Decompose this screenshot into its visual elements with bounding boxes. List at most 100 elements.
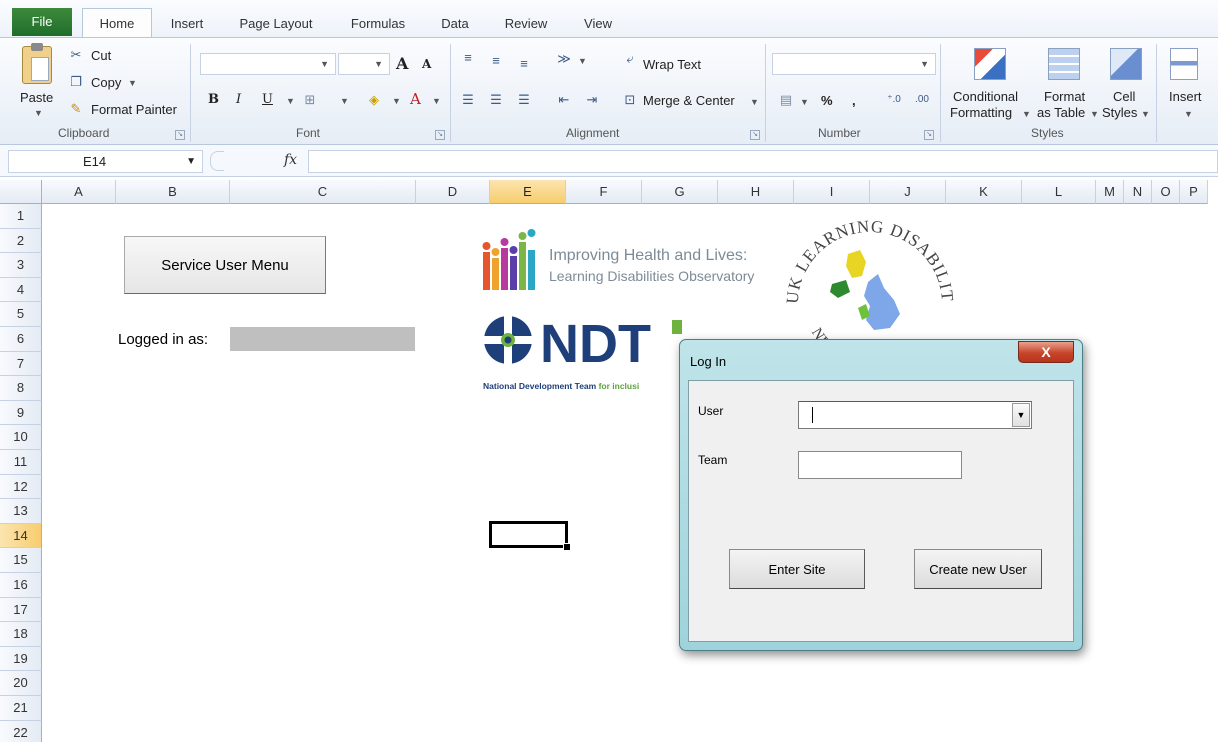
format-table-dropdown-icon[interactable]: ▼	[1090, 109, 1099, 119]
font-name-box[interactable]: ▼	[200, 53, 336, 75]
align-middle-icon[interactable]: ≡	[488, 54, 504, 68]
tab-page-layout[interactable]: Page Layout	[228, 12, 324, 36]
wrap-text-icon[interactable]: ⤶	[622, 52, 638, 66]
insert-cells-icon[interactable]	[1170, 48, 1198, 80]
cell-styles-icon[interactable]	[1110, 48, 1142, 80]
shrink-font-button[interactable]: A	[422, 57, 431, 71]
increase-indent-icon[interactable]: ⇥	[584, 93, 600, 107]
row-header-13[interactable]: 13	[0, 499, 42, 524]
comma-button[interactable]: ,	[852, 93, 856, 108]
percent-button[interactable]: %	[821, 93, 833, 108]
borders-dropdown-icon[interactable]: ▼	[340, 96, 349, 106]
conditional-formatting-label-1[interactable]: Conditional	[953, 89, 1018, 104]
tab-view[interactable]: View	[572, 12, 624, 36]
cell-styles-dropdown-icon[interactable]: ▼	[1141, 109, 1150, 119]
column-header-c[interactable]: C	[230, 180, 416, 204]
name-box[interactable]: E14 ▼	[8, 150, 203, 173]
align-bottom-icon[interactable]: ≡	[516, 57, 532, 71]
tab-formulas[interactable]: Formulas	[340, 12, 416, 36]
tab-data[interactable]: Data	[430, 12, 480, 36]
cut-icon[interactable]: ✂	[68, 48, 84, 62]
font-color-dropdown-icon[interactable]: ▼	[432, 96, 441, 106]
copy-button[interactable]: Copy	[91, 75, 121, 90]
fill-dropdown-icon[interactable]: ▼	[392, 96, 401, 106]
row-header-20[interactable]: 20	[0, 671, 42, 696]
row-header-9[interactable]: 9	[0, 400, 42, 426]
tab-home[interactable]: Home	[82, 8, 152, 38]
grow-font-button[interactable]: A	[396, 54, 408, 73]
active-cell-selection[interactable]	[489, 521, 571, 551]
row-header-16[interactable]: 16	[0, 573, 42, 598]
column-header-e[interactable]: E	[490, 180, 566, 204]
conditional-formatting-label-2[interactable]: Formatting	[950, 105, 1012, 120]
service-user-menu-button[interactable]: Service User Menu	[124, 236, 326, 294]
row-header-8[interactable]: 8	[0, 376, 42, 401]
font-launcher-icon[interactable]: ↘	[435, 130, 445, 140]
insert-dropdown-icon[interactable]: ▼	[1184, 109, 1193, 119]
select-all-corner[interactable]	[0, 180, 42, 204]
orientation-icon[interactable]: ≫	[556, 52, 572, 66]
row-header-3[interactable]: 3	[0, 253, 42, 278]
column-header-a[interactable]: A	[42, 180, 116, 204]
row-header-12[interactable]: 12	[0, 474, 42, 500]
paste-dropdown-icon[interactable]: ▼	[34, 108, 43, 118]
row-header-22[interactable]: 22	[0, 720, 42, 742]
merge-dropdown-icon[interactable]: ▼	[750, 97, 759, 107]
alignment-launcher-icon[interactable]: ↘	[750, 130, 760, 140]
column-header-l[interactable]: L	[1022, 180, 1096, 204]
insert-function-button[interactable]: fx	[284, 152, 297, 168]
row-header-10[interactable]: 10	[0, 425, 42, 450]
wrap-text-button[interactable]: Wrap Text	[643, 57, 701, 72]
column-header-m[interactable]: M	[1096, 180, 1124, 204]
column-header-o[interactable]: O	[1152, 180, 1180, 204]
decrease-indent-icon[interactable]: ⇤	[556, 93, 572, 107]
row-header-5[interactable]: 5	[0, 302, 42, 327]
increase-decimal-icon[interactable]: ⁺.0	[886, 93, 902, 107]
conditional-dropdown-icon[interactable]: ▼	[1022, 109, 1031, 119]
row-header-11[interactable]: 11	[0, 450, 42, 475]
format-as-table-icon[interactable]	[1048, 48, 1080, 80]
format-painter-button[interactable]: Format Painter	[91, 102, 177, 117]
column-header-b[interactable]: B	[116, 180, 230, 204]
column-header-n[interactable]: N	[1124, 180, 1152, 204]
row-header-1[interactable]: 1	[0, 204, 42, 229]
column-header-k[interactable]: K	[946, 180, 1022, 204]
format-as-table-label-1[interactable]: Format	[1044, 89, 1085, 104]
enter-site-button[interactable]: Enter Site	[729, 549, 865, 589]
cell-styles-label-1[interactable]: Cell	[1113, 89, 1135, 104]
row-header-19[interactable]: 19	[0, 646, 42, 672]
fill-color-icon[interactable]: ◈	[366, 93, 382, 107]
copy-icon[interactable]: ❐	[68, 75, 84, 89]
row-header-14[interactable]: 14	[0, 523, 42, 549]
row-header-17[interactable]: 17	[0, 597, 42, 623]
align-right-icon[interactable]: ☰	[516, 93, 532, 107]
align-top-icon[interactable]: ≡	[460, 51, 476, 65]
column-header-g[interactable]: G	[642, 180, 718, 204]
tab-review[interactable]: Review	[496, 12, 556, 36]
clipboard-launcher-icon[interactable]: ↘	[175, 130, 185, 140]
orientation-dropdown-icon[interactable]: ▼	[578, 56, 587, 66]
decrease-decimal-icon[interactable]: .00	[914, 93, 930, 107]
row-header-2[interactable]: 2	[0, 228, 42, 254]
align-center-icon[interactable]: ☰	[488, 93, 504, 107]
conditional-formatting-icon[interactable]	[974, 48, 1006, 80]
column-header-p[interactable]: P	[1180, 180, 1208, 204]
align-left-icon[interactable]: ☰	[460, 93, 476, 107]
tab-file[interactable]: File	[12, 8, 72, 36]
column-header-h[interactable]: H	[718, 180, 794, 204]
borders-icon[interactable]: ⊞	[302, 93, 318, 107]
row-header-18[interactable]: 18	[0, 622, 42, 647]
paste-button[interactable]: Paste	[20, 90, 53, 105]
row-header-4[interactable]: 4	[0, 277, 42, 303]
number-format-box[interactable]: ▼	[772, 53, 936, 75]
column-header-i[interactable]: I	[794, 180, 870, 204]
chevron-down-icon[interactable]: ▼	[1012, 403, 1030, 427]
italic-button[interactable]: I	[236, 92, 241, 107]
accounting-dropdown-icon[interactable]: ▼	[800, 97, 809, 107]
bold-button[interactable]: B	[208, 92, 219, 107]
formula-bar-handle[interactable]	[210, 151, 224, 171]
paste-icon[interactable]	[22, 43, 52, 84]
row-header-6[interactable]: 6	[0, 327, 42, 352]
font-size-box[interactable]: ▼	[338, 53, 390, 75]
accounting-format-icon[interactable]: ▤	[778, 93, 794, 107]
